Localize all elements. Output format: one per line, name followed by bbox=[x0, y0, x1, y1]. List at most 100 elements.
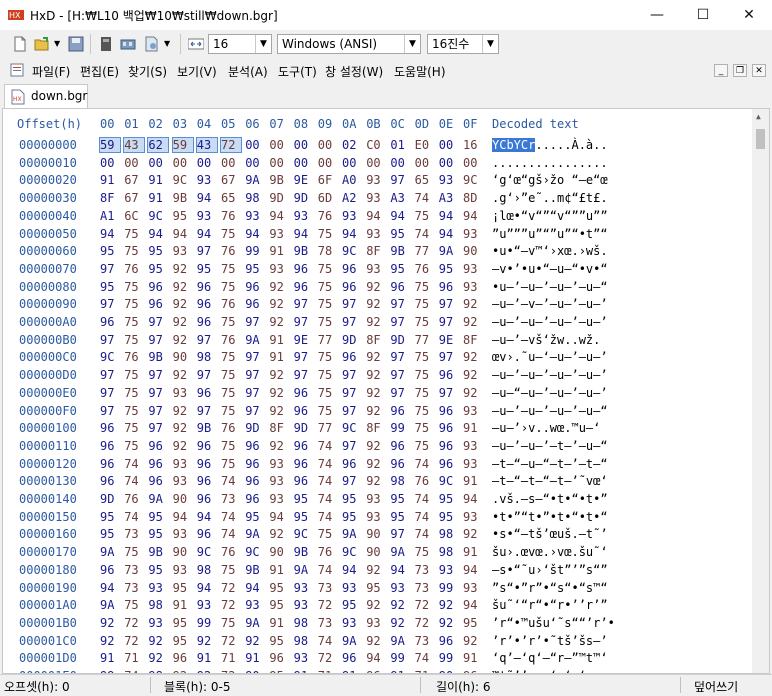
hex-byte[interactable]: 75 bbox=[415, 350, 435, 364]
hex-byte[interactable]: 92 bbox=[269, 439, 289, 453]
hex-byte[interactable]: A3 bbox=[439, 191, 459, 205]
hex-byte[interactable]: 74 bbox=[318, 457, 338, 471]
hex-byte[interactable]: 75 bbox=[124, 280, 144, 294]
hex-byte[interactable]: 9D bbox=[294, 191, 314, 205]
decoded-text[interactable]: —u—’—u—’—u—’—u–’ bbox=[492, 368, 608, 382]
hex-byte[interactable]: 9C bbox=[342, 545, 362, 559]
hex-byte[interactable]: 9E bbox=[439, 333, 459, 347]
hex-byte[interactable]: 97 bbox=[245, 315, 265, 329]
hex-byte[interactable]: 65 bbox=[415, 173, 435, 187]
hex-byte[interactable]: 74 bbox=[415, 527, 435, 541]
hex-byte[interactable]: 75 bbox=[221, 315, 241, 329]
hex-byte[interactable]: 94 bbox=[197, 581, 217, 595]
hex-byte[interactable]: 97 bbox=[148, 333, 168, 347]
hex-byte[interactable]: 75 bbox=[318, 227, 338, 241]
hex-byte[interactable]: 77 bbox=[318, 333, 338, 347]
decoded-text[interactable]: •u–’–u–’–u–’–u–“ bbox=[492, 280, 608, 294]
hex-byte[interactable]: 93 bbox=[294, 598, 314, 612]
hex-byte[interactable]: 59 bbox=[171, 137, 194, 153]
decoded-text[interactable]: –t–“–u–“–t–’–t–“ bbox=[492, 457, 608, 471]
hex-byte[interactable]: 93 bbox=[390, 581, 410, 595]
hex-byte[interactable]: 97 bbox=[439, 315, 459, 329]
hex-byte[interactable]: 96 bbox=[197, 297, 217, 311]
hex-byte[interactable]: 74 bbox=[318, 510, 338, 524]
hex-byte[interactable]: 93 bbox=[342, 616, 362, 630]
hex-byte[interactable]: 76 bbox=[221, 297, 241, 311]
hex-byte[interactable]: 94 bbox=[100, 581, 120, 595]
hex-byte[interactable]: A3 bbox=[390, 191, 410, 205]
hex-byte[interactable]: 9A bbox=[342, 634, 362, 648]
hex-byte[interactable]: 96 bbox=[245, 439, 265, 453]
hex-byte[interactable]: 92 bbox=[390, 616, 410, 630]
decoded-text[interactable]: šu˜‘“r“•“r•’’r’” bbox=[492, 598, 608, 612]
hex-byte[interactable]: 75 bbox=[318, 350, 338, 364]
hex-byte[interactable]: 96 bbox=[439, 421, 459, 435]
hex-byte[interactable]: 9A bbox=[245, 616, 265, 630]
hex-byte[interactable]: 43 bbox=[195, 137, 218, 153]
maximize-button[interactable]: ☐ bbox=[680, 0, 726, 30]
menu-analysis[interactable]: 분석(A) bbox=[228, 63, 268, 80]
hex-byte[interactable]: 8F bbox=[463, 333, 483, 347]
hex-byte[interactable]: 96 bbox=[294, 280, 314, 294]
hex-byte[interactable]: 91 bbox=[463, 545, 483, 559]
hex-byte[interactable]: 96 bbox=[390, 280, 410, 294]
hex-byte[interactable]: 75 bbox=[415, 545, 435, 559]
hex-byte[interactable]: 96 bbox=[294, 439, 314, 453]
hex-byte[interactable]: 94 bbox=[269, 510, 289, 524]
hex-byte[interactable]: 93 bbox=[173, 474, 193, 488]
hex-byte[interactable]: 96 bbox=[269, 651, 289, 665]
decoded-text[interactable]: –s•“˜u›‘št”’”s“” bbox=[492, 563, 608, 577]
document-menu-icon[interactable] bbox=[10, 63, 24, 77]
hex-byte[interactable]: 97 bbox=[342, 368, 362, 382]
hex-byte[interactable]: 71 bbox=[221, 651, 241, 665]
hex-byte[interactable]: 9A bbox=[148, 492, 168, 506]
hex-byte[interactable]: 93 bbox=[269, 227, 289, 241]
hex-byte[interactable]: 96 bbox=[439, 634, 459, 648]
decoded-text[interactable]: •t•”“t•”•t•“•t•“ bbox=[492, 510, 608, 524]
hex-byte[interactable]: 96 bbox=[148, 474, 168, 488]
save-icon[interactable] bbox=[68, 36, 84, 52]
hex-byte[interactable]: 96 bbox=[100, 439, 120, 453]
hex-byte[interactable]: 97 bbox=[197, 404, 217, 418]
hex-byte[interactable]: 97 bbox=[245, 386, 265, 400]
hex-byte[interactable]: 96 bbox=[197, 457, 217, 471]
hex-byte[interactable]: 97 bbox=[342, 297, 362, 311]
hex-byte[interactable]: 94 bbox=[294, 227, 314, 241]
hex-byte[interactable]: 00 bbox=[148, 156, 168, 170]
hex-byte[interactable]: 01 bbox=[390, 138, 410, 152]
hex-byte[interactable]: 95 bbox=[100, 527, 120, 541]
hex-byte[interactable]: 96 bbox=[197, 527, 217, 541]
hex-byte[interactable]: 75 bbox=[124, 404, 144, 418]
hex-byte[interactable]: 97 bbox=[294, 315, 314, 329]
hex-byte[interactable]: 91 bbox=[269, 350, 289, 364]
hex-byte[interactable]: 92 bbox=[366, 439, 386, 453]
new-file-icon[interactable] bbox=[12, 36, 28, 52]
hex-byte[interactable]: 97 bbox=[390, 297, 410, 311]
hex-byte[interactable]: 99 bbox=[197, 616, 217, 630]
file-tools-icon[interactable] bbox=[144, 36, 160, 52]
hex-byte[interactable]: 92 bbox=[366, 297, 386, 311]
hex-byte[interactable]: 8F bbox=[100, 191, 120, 205]
hex-byte[interactable]: 9A bbox=[100, 545, 120, 559]
hex-byte[interactable]: 94 bbox=[390, 209, 410, 223]
hex-byte[interactable]: 78 bbox=[318, 244, 338, 258]
hex-byte[interactable]: 93 bbox=[294, 209, 314, 223]
hex-byte[interactable]: 73 bbox=[318, 616, 338, 630]
hex-byte[interactable]: 92 bbox=[173, 368, 193, 382]
decoded-text[interactable]: •u•“—v™‘›xœ.›wš. bbox=[492, 244, 608, 258]
hex-byte[interactable]: 92 bbox=[245, 634, 265, 648]
hex-byte[interactable]: 99 bbox=[390, 651, 410, 665]
hex-byte[interactable]: 94 bbox=[463, 492, 483, 506]
hex-byte[interactable]: 9B bbox=[197, 421, 217, 435]
hex-byte[interactable]: 9B bbox=[173, 191, 193, 205]
hex-byte[interactable]: 75 bbox=[415, 404, 435, 418]
hex-byte[interactable]: 96 bbox=[100, 457, 120, 471]
hex-byte[interactable]: 96 bbox=[294, 386, 314, 400]
hex-byte[interactable]: 93 bbox=[463, 404, 483, 418]
hex-byte[interactable]: 76 bbox=[221, 333, 241, 347]
hex-byte[interactable]: 65 bbox=[221, 191, 241, 205]
hex-byte[interactable]: 96 bbox=[245, 474, 265, 488]
hex-byte[interactable]: 93 bbox=[463, 227, 483, 241]
hex-byte[interactable]: 96 bbox=[342, 280, 362, 294]
hex-byte[interactable]: 93 bbox=[366, 227, 386, 241]
